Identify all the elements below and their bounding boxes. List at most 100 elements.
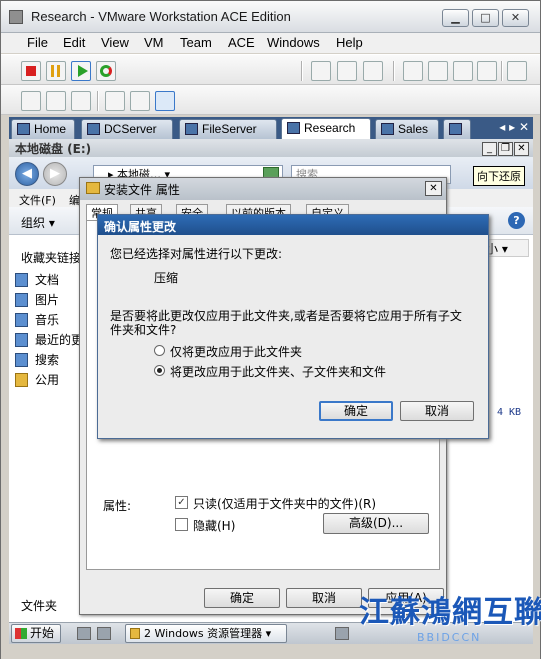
favorite-label: 图片 xyxy=(35,293,60,307)
explorer-menu-file[interactable]: 文件(F) xyxy=(19,192,56,208)
explorer-close-button[interactable]: ✕ xyxy=(514,142,529,156)
forward-button[interactable]: ▶ xyxy=(43,162,67,186)
toolbar-separator xyxy=(501,61,503,81)
snapshot-icon[interactable] xyxy=(311,61,331,81)
favorite-pictures[interactable]: 图片 xyxy=(13,291,59,309)
documents-icon xyxy=(15,273,28,287)
suspend-button[interactable] xyxy=(46,61,66,81)
confirm-question-line2: 件夹和文件? xyxy=(110,323,177,337)
tab-home[interactable]: Home xyxy=(11,119,75,139)
tab-label: Home xyxy=(34,122,67,136)
power-off-button[interactable] xyxy=(21,61,41,81)
menu-file[interactable]: File xyxy=(27,35,48,50)
ace-icon[interactable] xyxy=(477,61,497,81)
properties-title: 安装文件 属性 xyxy=(104,183,180,197)
explorer-restore-button[interactable]: ❐ xyxy=(498,142,513,156)
vm-tab-strip: Home DCServer FileServer Research Sales … xyxy=(9,117,533,139)
back-button[interactable]: ◀ xyxy=(15,162,39,186)
tab-overflow[interactable] xyxy=(443,119,471,139)
close-button[interactable]: ✕ xyxy=(502,9,529,27)
explorer-minimize-button[interactable]: _ xyxy=(482,142,497,156)
vmware-window: Research - VMware Workstation ACE Editio… xyxy=(0,0,541,659)
console-icon[interactable] xyxy=(507,61,527,81)
menu-view[interactable]: View xyxy=(101,35,129,50)
favorite-search[interactable]: 搜索 xyxy=(13,351,59,369)
fullscreen-icon[interactable] xyxy=(46,91,66,111)
menu-vm[interactable]: VM xyxy=(144,35,164,50)
tab-fileserver[interactable]: FileServer xyxy=(179,119,277,139)
console-view-icon[interactable] xyxy=(155,91,175,111)
confirm-intro-text: 您已经选择对属性进行以下更改: xyxy=(110,247,283,261)
start-button[interactable]: 开始 xyxy=(11,624,61,643)
organize-button[interactable]: 组织 ▾ xyxy=(21,214,55,231)
minimize-button[interactable]: ▁ xyxy=(442,9,469,27)
quick-switch-icon[interactable] xyxy=(71,91,91,111)
tab-label: Research xyxy=(304,121,356,135)
keyboard-icon[interactable] xyxy=(335,627,349,640)
tab-navigation-controls[interactable]: ◂ ▸ ✕ xyxy=(499,120,529,134)
home-icon xyxy=(17,123,30,135)
confirm-title: 确认属性更改 xyxy=(104,220,177,234)
vmware-menu-bar: File Edit View VM Team ACE Windows Help xyxy=(1,33,540,53)
maximize-button[interactable]: □ xyxy=(472,9,499,27)
apply-this-folder-radio[interactable]: 仅将更改应用于此文件夹 xyxy=(154,343,302,360)
menu-help[interactable]: Help xyxy=(336,35,363,50)
vmware-title-bar: Research - VMware Workstation ACE Editio… xyxy=(1,1,540,33)
summary-view-icon[interactable] xyxy=(105,91,125,111)
favorites-pane: 收藏夹链接 文档 图片 音乐 最近的更 搜索 公用 xyxy=(9,235,83,622)
vm-icon xyxy=(381,123,394,135)
tab-dcserver[interactable]: DCServer xyxy=(81,119,173,139)
toolbar-separator xyxy=(393,61,395,81)
confirm-cancel-button[interactable]: 取消 xyxy=(400,401,474,421)
size-column-header[interactable]: 小 ▾ xyxy=(483,239,529,257)
start-label: 开始 xyxy=(30,626,55,640)
tab-research[interactable]: Research xyxy=(281,118,371,139)
reset-button[interactable] xyxy=(96,61,116,81)
menu-edit[interactable]: Edit xyxy=(63,35,85,50)
readonly-checkbox[interactable]: ✓ 只读(仅适用于文件夹中的文件)(R) xyxy=(175,495,376,512)
confirm-ok-button[interactable]: 确定 xyxy=(319,401,393,421)
recent-icon xyxy=(15,333,28,347)
watermark-logo: 江蘇鴻網互聯 BBIDCCN xyxy=(357,577,541,653)
favorite-documents[interactable]: 文档 xyxy=(13,271,59,289)
confirm-title-bar: 确认属性更改 xyxy=(98,215,488,235)
properties-close-button[interactable]: ✕ xyxy=(425,181,442,196)
checkbox-box: ✓ xyxy=(175,496,188,509)
favorite-label: 音乐 xyxy=(35,313,60,327)
favorite-music[interactable]: 音乐 xyxy=(13,311,59,329)
power-on-button[interactable] xyxy=(71,61,91,81)
properties-cancel-button[interactable]: 取消 xyxy=(286,588,362,608)
favorite-label: 公用 xyxy=(35,373,60,387)
vm-icon xyxy=(185,123,198,135)
hidden-checkbox[interactable]: 隐藏(H) xyxy=(175,517,235,534)
task-label: 2 Windows 资源管理器 xyxy=(144,627,263,640)
menu-team[interactable]: Team xyxy=(180,35,212,50)
confirm-attribute-changes-dialog: 确认属性更改 您已经选择对属性进行以下更改: 压缩 是否要将此更改仅应用于此文件… xyxy=(97,214,489,439)
taskbar-explorer-button[interactable]: 2 Windows 资源管理器 ▾ xyxy=(125,624,287,643)
apply-all-subfolders-radio[interactable]: 将更改应用于此文件夹、子文件夹和文件 xyxy=(154,363,386,380)
team-power-icon[interactable] xyxy=(428,61,448,81)
vmware-toolbar-view xyxy=(1,85,540,115)
revert-snapshot-icon[interactable] xyxy=(337,61,357,81)
folder-icon xyxy=(130,628,140,639)
team-icon[interactable] xyxy=(403,61,423,81)
properties-ok-button[interactable]: 确定 xyxy=(204,588,280,608)
favorite-public[interactable]: 公用 xyxy=(13,371,59,389)
menu-windows[interactable]: Windows xyxy=(267,35,320,50)
sidebar-toggle-icon[interactable] xyxy=(21,91,41,111)
organize-label: 组织 xyxy=(21,216,46,230)
appliance-view-icon[interactable] xyxy=(130,91,150,111)
help-icon[interactable]: ? xyxy=(508,212,525,229)
quick-launch-icon[interactable] xyxy=(97,627,111,640)
folders-toggle[interactable]: 文件夹 xyxy=(21,597,57,614)
file-size: 4 KB xyxy=(497,407,522,418)
quick-launch-icon[interactable] xyxy=(77,627,91,640)
advanced-button[interactable]: 高级(D)... xyxy=(323,513,429,534)
radio-label: 仅将更改应用于此文件夹 xyxy=(170,345,303,359)
menu-ace[interactable]: ACE xyxy=(228,35,255,50)
package-icon[interactable] xyxy=(453,61,473,81)
properties-title-bar: 安装文件 属性 ✕ xyxy=(80,178,446,200)
tab-sales[interactable]: Sales xyxy=(375,119,439,139)
snapshot-manager-icon[interactable] xyxy=(363,61,383,81)
favorite-recent[interactable]: 最近的更 xyxy=(13,331,83,349)
